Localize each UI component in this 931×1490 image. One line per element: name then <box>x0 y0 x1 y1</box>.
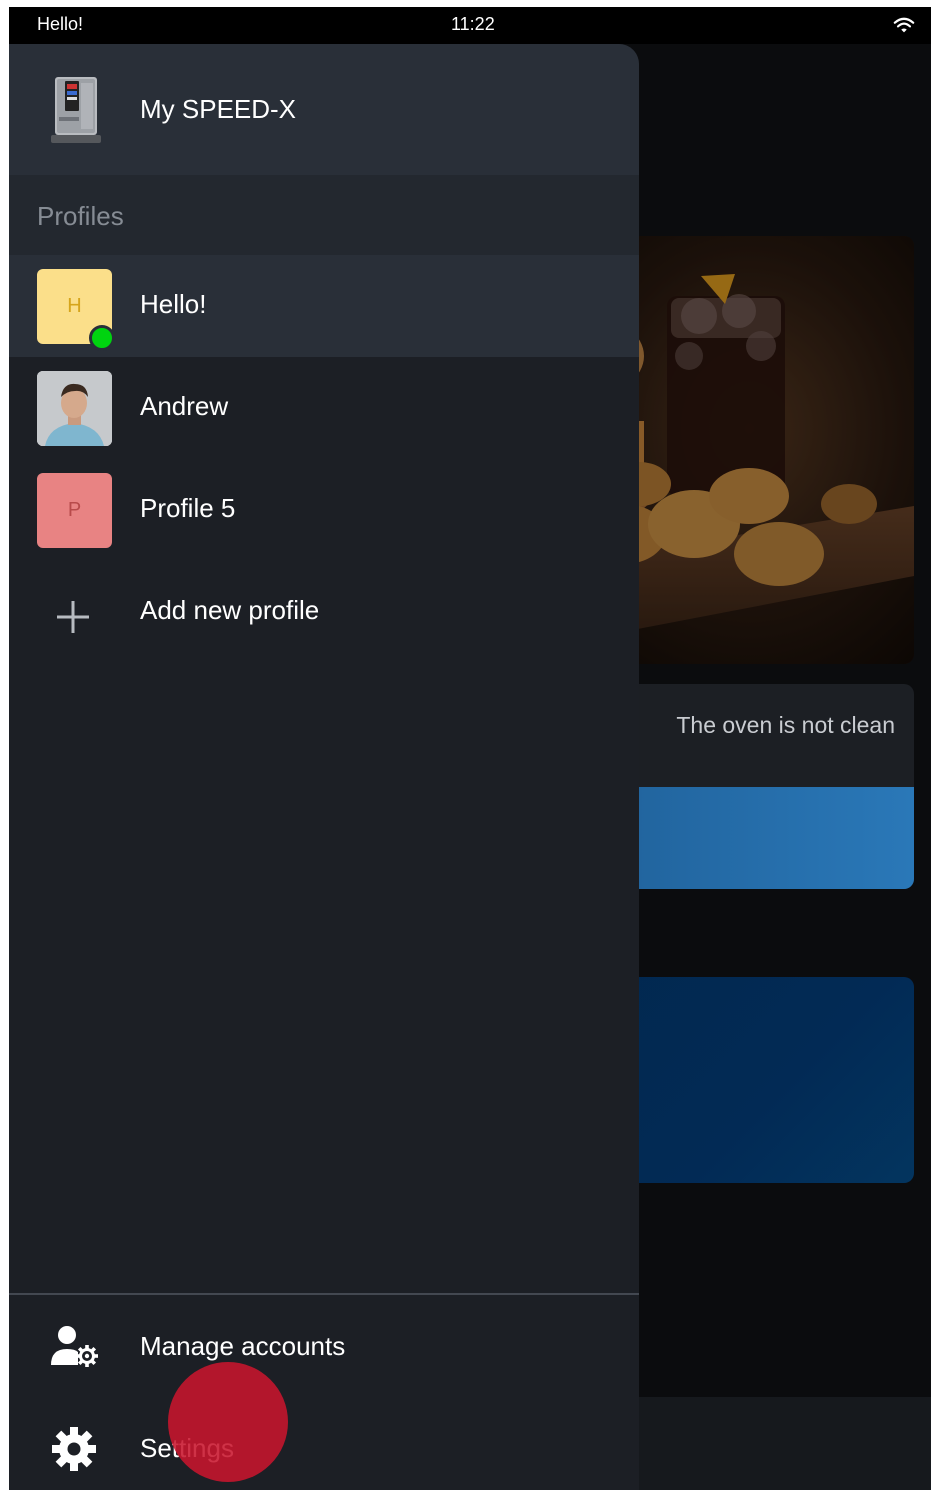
app-screen: Hello! 11:22 The oven is not clean My SP… <box>9 7 931 1490</box>
add-profile-label: Add new profile <box>140 595 320 625</box>
person-photo-icon <box>37 371 112 446</box>
profile-item-andrew[interactable]: Andrew <box>9 357 639 459</box>
settings-item[interactable]: Settings <box>9 1397 639 1490</box>
online-status-dot <box>89 325 115 351</box>
status-bar: Hello! 11:22 <box>9 7 931 44</box>
oven-status-message: The oven is not clean <box>676 712 895 738</box>
profile-item-profile-5[interactable]: P Profile 5 <box>9 459 639 561</box>
status-greeting: Hello! <box>37 14 84 34</box>
status-time: 11:22 <box>451 14 495 34</box>
navigation-drawer: My SPEED-X Profiles H Hello! Andrew P Pr… <box>9 44 639 1490</box>
profiles-title: Profiles <box>37 201 124 231</box>
plus-icon <box>57 601 89 633</box>
touch-indicator <box>168 1362 288 1482</box>
drawer-header[interactable]: My SPEED-X <box>9 44 639 175</box>
profile-name: Andrew <box>140 391 229 421</box>
add-profile-button[interactable]: Add new profile <box>9 561 639 663</box>
avatar-photo <box>37 371 112 446</box>
manage-accounts-label: Manage accounts <box>140 1331 346 1361</box>
avatar-initial: P <box>67 499 82 521</box>
device-name: My SPEED-X <box>140 94 297 124</box>
profile-item-hello[interactable]: H Hello! <box>9 255 639 357</box>
gear-icon <box>52 1427 96 1471</box>
profiles-section-header: Profiles <box>9 175 639 255</box>
avatar-initial: H <box>67 295 82 317</box>
profile-name: Profile 5 <box>140 493 236 523</box>
manage-accounts-item[interactable]: Manage accounts <box>9 1295 639 1397</box>
avatar: P <box>37 473 112 548</box>
oven-device-image <box>51 77 101 143</box>
manage-accounts-icon <box>51 1326 98 1367</box>
wifi-icon <box>893 17 915 33</box>
profile-name: Hello! <box>140 289 207 319</box>
